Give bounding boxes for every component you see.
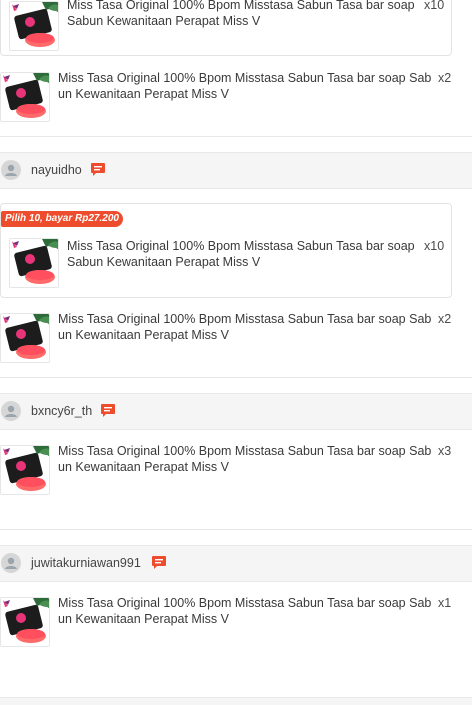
chat-icon[interactable] [152,556,166,569]
bundle-box: Miss Tasa Original 100% Bpom Misstasa Sa… [0,0,452,56]
product-image[interactable] [9,238,59,288]
product-image[interactable] [0,72,50,122]
product-title[interactable]: Miss Tasa Original 100% Bpom Misstasa Sa… [58,596,434,627]
quantity-label: x2 [438,71,452,85]
product-title[interactable]: Miss Tasa Original 100% Bpom Misstasa Sa… [67,0,415,29]
divider [0,136,472,137]
quantity-label: x3 [438,444,452,458]
divider [0,377,472,378]
buyer-header: juwitakurniawan991 [0,545,472,582]
product-title[interactable]: Miss Tasa Original 100% Bpom Misstasa Sa… [58,71,434,102]
quantity-label: x10 [424,239,445,253]
bundle-promo-badge: Pilih 10, bayar Rp27.200 [1,211,123,227]
buyer-username[interactable]: juwitakurniawan991 [31,556,141,570]
product-image[interactable] [0,313,50,363]
buyer-header: nayuidho [0,152,472,189]
product-title[interactable]: Miss Tasa Original 100% Bpom Misstasa Sa… [58,444,434,475]
product-title[interactable]: Miss Tasa Original 100% Bpom Misstasa Sa… [67,239,415,270]
buyer-username[interactable]: bxncy6r_th [31,404,92,418]
next-buyer-header [0,698,472,705]
product-image[interactable] [0,445,50,495]
product-image[interactable] [9,1,59,51]
product-image[interactable] [0,597,50,647]
buyer-username[interactable]: nayuidho [31,163,82,177]
quantity-label: x1 [438,596,452,610]
divider [0,529,472,530]
quantity-label: x2 [438,312,452,326]
product-title[interactable]: Miss Tasa Original 100% Bpom Misstasa Sa… [58,312,434,343]
quantity-label: x10 [424,0,445,12]
user-avatar-icon[interactable] [1,160,21,180]
bundle-box: Pilih 10, bayar Rp27.200 Miss Tasa Origi… [0,203,452,298]
buyer-header: bxncy6r_th [0,393,472,430]
user-avatar-icon[interactable] [1,401,21,421]
chat-icon[interactable] [101,404,115,417]
user-avatar-icon[interactable] [1,553,21,573]
chat-icon[interactable] [91,163,105,176]
